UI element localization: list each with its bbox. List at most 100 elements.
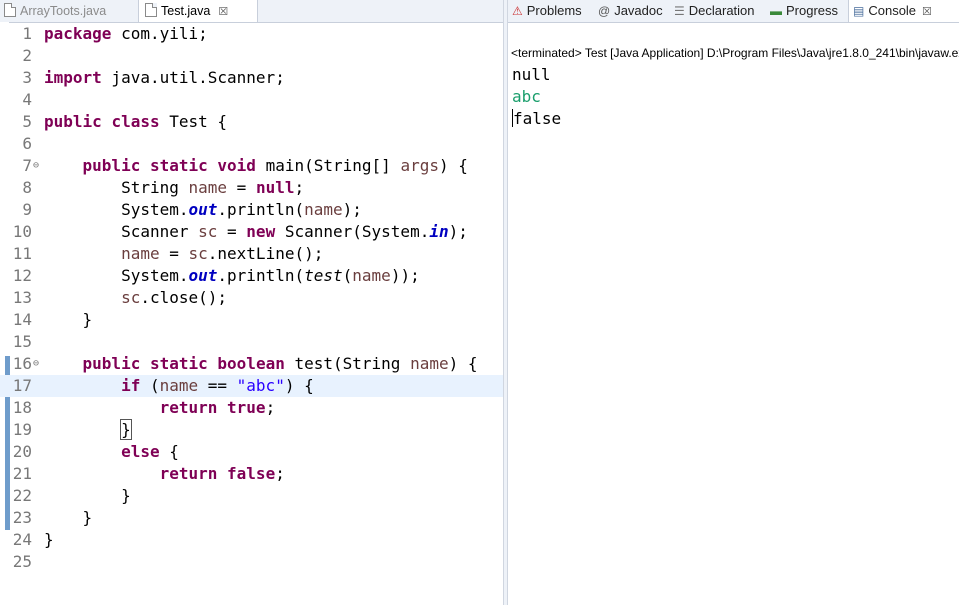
code-line: 12 System.out.println(test(name)); <box>0 265 503 287</box>
line-number: 4 <box>22 90 32 109</box>
view-tab-bar: ⚠ Problems @ Javadoc ☰ Declaration ▬ Progres… <box>508 0 959 23</box>
line-number: 13 <box>12 288 32 307</box>
code-line: 16 ⊖ public static boolean test(String na… <box>0 353 503 375</box>
tab-console[interactable]: ▤ Console ☒ <box>848 0 959 22</box>
line-number: 15 <box>12 332 32 351</box>
tab-problems[interactable]: ⚠ Problems <box>512 0 582 22</box>
code-line: 21 return false; <box>0 463 503 485</box>
code-line: 15 <box>0 331 503 353</box>
tab-label: Console <box>868 3 917 18</box>
declaration-icon: ☰ <box>674 4 685 18</box>
code-line: 9 System.out.println(name); <box>0 199 503 221</box>
java-file-icon <box>4 3 16 17</box>
code-line: 14 } <box>0 309 503 331</box>
current-code-line: 17 if (name == "abc") { <box>0 375 503 397</box>
fold-toggle-icon[interactable]: ⊖ <box>33 353 39 375</box>
code-text: public static void main(String[] args) { <box>82 156 468 175</box>
code-line: 25 <box>0 551 503 573</box>
code-line: 11 name = sc.nextLine(); <box>0 243 503 265</box>
code-text: } <box>44 486 131 505</box>
close-icon[interactable]: ☒ <box>922 6 932 18</box>
fold-toggle-icon[interactable]: ⊖ <box>33 155 39 177</box>
editor-tab-bar: ArrayToots.java Test.java ☒ <box>0 0 503 23</box>
console-output-line: null <box>512 65 551 84</box>
line-number: 22 <box>12 486 32 505</box>
line-number: 25 <box>12 552 32 571</box>
line-number: 11 <box>12 244 32 263</box>
code-line: 20 else { <box>0 441 503 463</box>
line-number: 19 <box>12 420 32 439</box>
java-file-icon <box>145 3 157 17</box>
close-icon[interactable]: ☒ <box>218 6 228 18</box>
line-number: 24 <box>12 530 32 549</box>
line-number: 5 <box>22 112 32 131</box>
line-number: 14 <box>12 310 32 329</box>
code-line: 7 ⊖ public static void main(String[] args… <box>0 155 503 177</box>
line-number: 16 <box>12 354 32 373</box>
code-line: 22 } <box>0 485 503 507</box>
code-line: 3 import java.util.Scanner; <box>0 67 503 89</box>
code-text: package com.yili; <box>44 24 208 43</box>
code-text: import java.util.Scanner; <box>44 68 285 87</box>
console-input-line: abc <box>512 87 541 106</box>
code-line: 10 Scanner sc = new Scanner(System.in); <box>0 221 503 243</box>
code-text: return false; <box>159 464 285 483</box>
line-number: 9 <box>22 200 32 219</box>
code-text: } <box>44 419 132 441</box>
tab-label: Problems <box>526 3 582 18</box>
code-line: 23 } <box>0 507 503 529</box>
code-editor[interactable]: ArrayToots.java Test.java ☒ 1 package com.… <box>0 0 503 605</box>
code-text: public class Test { <box>44 112 228 131</box>
tab-progress[interactable]: ▬ Progress <box>770 0 838 22</box>
code-line: 5 public class Test { <box>0 111 503 133</box>
code-text: sc.close(); <box>121 288 228 307</box>
console-output[interactable]: null abc false <box>512 64 561 130</box>
tab-label: Test.java <box>161 4 211 18</box>
code-text: } <box>44 508 93 527</box>
matching-bracket: } <box>120 419 132 440</box>
code-line: 2 <box>0 45 503 67</box>
code-line: 13 sc.close(); <box>0 287 503 309</box>
code-line: 4 <box>0 89 503 111</box>
tab-javadoc[interactable]: @ Javadoc <box>598 0 663 22</box>
progress-icon: ▬ <box>770 4 782 18</box>
line-number: 3 <box>22 68 32 87</box>
line-number: 12 <box>12 266 32 285</box>
line-number: 17 <box>12 376 32 395</box>
line-number: 23 <box>12 508 32 527</box>
code-text: String name = null; <box>44 178 305 197</box>
tab-arraytoots-java[interactable]: ArrayToots.java <box>4 0 106 22</box>
tab-label: Progress <box>786 3 839 18</box>
code-text: Scanner sc = new Scanner(System.in); <box>44 222 468 241</box>
line-number: 7 <box>22 156 32 175</box>
console-icon: ▤ <box>853 4 865 18</box>
console-view[interactable]: ⚠ Problems @ Javadoc ☰ Declaration ▬ Progres… <box>508 0 959 605</box>
line-number: 20 <box>12 442 32 461</box>
console-output-line: false <box>512 109 562 128</box>
code-line: 1 package com.yili; <box>0 23 503 45</box>
code-area[interactable]: 1 package com.yili; 2 3 import java.util.S… <box>0 23 503 573</box>
tab-label: ArrayToots.java <box>20 4 107 18</box>
line-number: 2 <box>22 46 32 65</box>
code-text: public static boolean test(String name) … <box>82 354 478 373</box>
code-line: 8 String name = null; <box>0 177 503 199</box>
tab-test-java[interactable]: Test.java ☒ <box>138 0 258 22</box>
line-number: 1 <box>22 24 32 43</box>
problems-icon: ⚠ <box>512 4 523 18</box>
line-number: 10 <box>12 222 32 241</box>
code-line: 24} <box>0 529 503 551</box>
code-text: name = sc.nextLine(); <box>121 244 324 263</box>
line-number: 21 <box>12 464 32 483</box>
code-text: } <box>44 530 54 549</box>
code-text: System.out.println(test(name)); <box>44 266 420 285</box>
line-number: 8 <box>22 178 32 197</box>
javadoc-icon: @ <box>598 4 611 18</box>
tab-label: Declaration <box>688 3 755 18</box>
tab-declaration[interactable]: ☰ Declaration <box>674 0 755 22</box>
code-line: 6 <box>0 133 503 155</box>
code-line: 19 } <box>0 419 503 441</box>
code-line: 18 return true; <box>0 397 503 419</box>
code-text: if (name == "abc") { <box>121 376 314 395</box>
code-text: } <box>44 310 93 329</box>
line-number: 6 <box>22 134 32 153</box>
